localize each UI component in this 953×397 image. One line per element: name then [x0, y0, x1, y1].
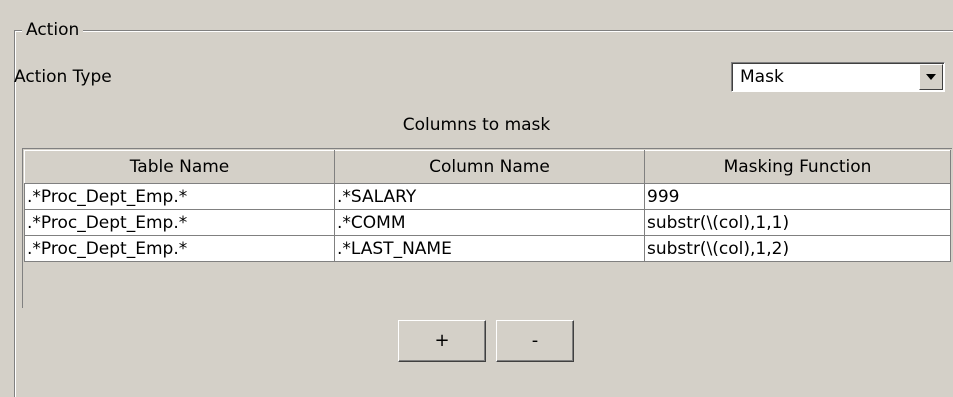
remove-row-button[interactable]: - [496, 320, 574, 362]
action-group-title: Action [22, 19, 84, 41]
column-name-cell[interactable]: .*SALARY [334, 183, 645, 210]
header-column-name[interactable]: Column Name [334, 150, 645, 184]
add-row-button[interactable]: + [398, 320, 486, 362]
action-panel: Action Action Type Mask Columns to mask … [0, 0, 953, 397]
table-row[interactable]: .*Proc_Dept_Emp.* .*COMM substr(\(col),1… [24, 209, 951, 236]
columns-to-mask-label: Columns to mask [402, 115, 551, 135]
masking-function-cell[interactable]: substr(\(col),1,1) [644, 209, 951, 236]
table-name-cell[interactable]: .*Proc_Dept_Emp.* [24, 235, 335, 262]
column-name-cell[interactable]: .*COMM [334, 209, 645, 236]
columns-table: Table Name Column Name Masking Function … [24, 150, 951, 262]
table-name-cell[interactable]: .*Proc_Dept_Emp.* [24, 183, 335, 210]
action-type-dropdown-button[interactable] [919, 64, 943, 90]
column-name-cell[interactable]: .*LAST_NAME [334, 235, 645, 262]
action-type-select[interactable]: Mask [731, 62, 945, 92]
action-type-label: Action Type [14, 67, 112, 87]
header-masking-function[interactable]: Masking Function [644, 150, 951, 184]
action-type-value: Mask [740, 67, 784, 87]
masking-function-cell[interactable]: 999 [644, 183, 951, 210]
table-name-cell[interactable]: .*Proc_Dept_Emp.* [24, 209, 335, 236]
table-row[interactable]: .*Proc_Dept_Emp.* .*LAST_NAME substr(\(c… [24, 235, 951, 262]
chevron-down-icon [926, 74, 936, 80]
table-header-row: Table Name Column Name Masking Function [24, 150, 951, 184]
masking-function-cell[interactable]: substr(\(col),1,2) [644, 235, 951, 262]
header-table-name[interactable]: Table Name [24, 150, 335, 184]
columns-table-container[interactable]: Table Name Column Name Masking Function … [22, 148, 952, 308]
table-row[interactable]: .*Proc_Dept_Emp.* .*SALARY 999 [24, 183, 951, 210]
